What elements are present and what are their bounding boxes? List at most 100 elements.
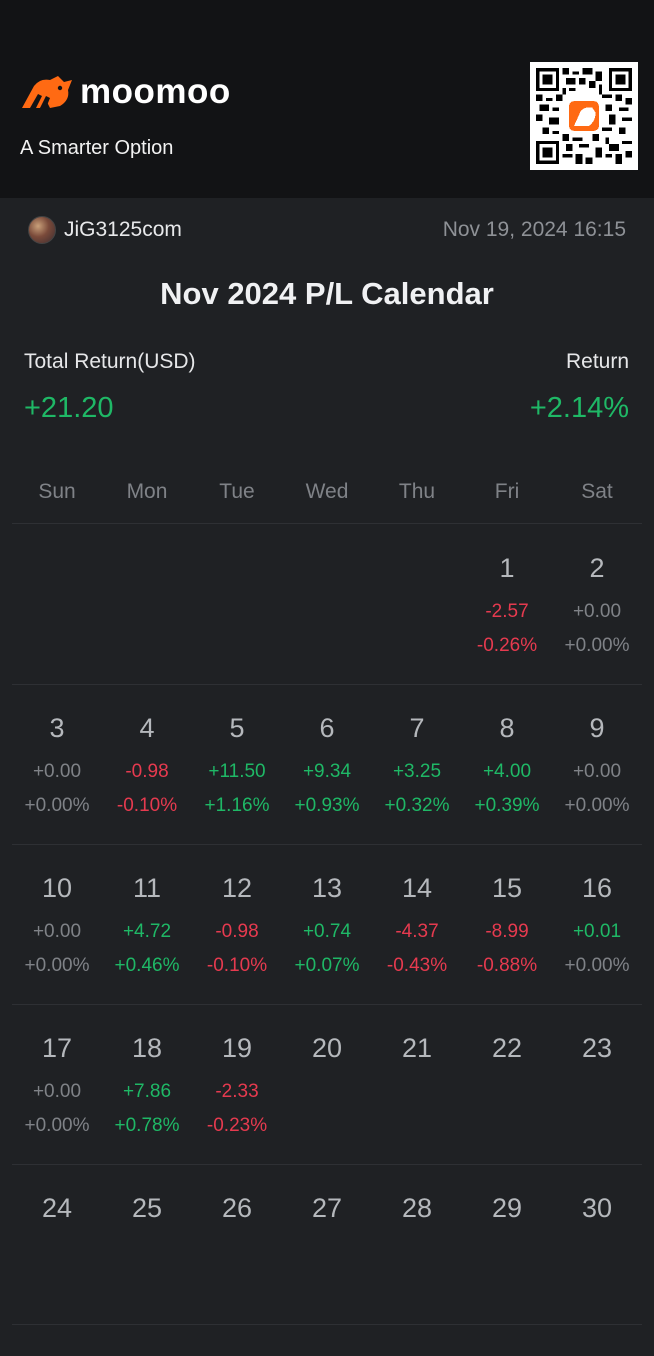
- day-percent: +0.78%: [114, 1115, 180, 1136]
- day-percent: +0.00%: [564, 795, 630, 816]
- day-percent: +0.00%: [24, 955, 90, 976]
- day-amount: +0.00: [32, 921, 82, 942]
- weekday-label: Tue: [219, 480, 255, 503]
- calendar-day: 6 +9.34 +0.93%: [282, 685, 372, 844]
- return-label: Return: [565, 350, 629, 373]
- day-number: 19: [221, 1033, 253, 1063]
- day-number: 27: [311, 1193, 343, 1223]
- calendar-day: 11 +4.72 +0.46%: [102, 845, 192, 1004]
- weekday-label: Sun: [38, 480, 76, 503]
- day-number: 8: [499, 713, 515, 743]
- qr-code-icon: [536, 68, 632, 164]
- day-number: 11: [132, 873, 162, 903]
- page-title: Nov 2024 P/L Calendar: [160, 276, 494, 311]
- day-percent: +1.16%: [204, 795, 270, 816]
- calendar-day: 9 +0.00 +0.00%: [552, 685, 642, 844]
- day-number: 15: [491, 873, 523, 903]
- day-amount: +4.72: [122, 921, 172, 942]
- day-amount: -0.98: [125, 761, 169, 782]
- day-percent: -0.43%: [386, 955, 448, 976]
- day-number: 12: [221, 873, 253, 903]
- calendar-day: [372, 525, 462, 684]
- calendar-day: 26: [192, 1165, 282, 1324]
- calendar-day: 13 +0.74 +0.07%: [282, 845, 372, 1004]
- day-number: 25: [131, 1193, 163, 1223]
- day-amount: +0.01: [572, 921, 622, 942]
- day-number: 9: [589, 713, 605, 743]
- calendar-day: 28: [372, 1165, 462, 1324]
- calendar-day: [282, 525, 372, 684]
- day-percent: +0.93%: [294, 795, 360, 816]
- day-number: 13: [311, 873, 343, 903]
- weekday-label: Wed: [305, 480, 349, 503]
- calendar-day: 25: [102, 1165, 192, 1324]
- avatar: [28, 216, 56, 244]
- weekday-label: Thu: [398, 480, 436, 503]
- day-number: 14: [401, 873, 433, 903]
- calendar-week: 10 +0.00 +0.00% 11 +4.72 +0.46% 12 -0.98 -0.10…: [12, 845, 642, 1005]
- day-amount: -2.57: [485, 601, 529, 622]
- day-number: 23: [581, 1033, 613, 1063]
- day-amount: +0.00: [572, 601, 622, 622]
- calendar-day: 7 +3.25 +0.32%: [372, 685, 462, 844]
- weekday-label: Mon: [126, 480, 168, 503]
- day-amount: +11.50: [208, 761, 266, 782]
- calendar-week: 3 +0.00 +0.00% 4 -0.98 -0.10% 5 +11.50 +1.16% …: [12, 685, 642, 845]
- day-number: 24: [41, 1193, 73, 1223]
- user-info: JiG3125com: [28, 216, 182, 244]
- day-number: 10: [41, 873, 73, 903]
- day-amount: -2.33: [215, 1081, 259, 1102]
- day-amount: +3.25: [392, 761, 442, 782]
- day-amount: +0.00: [32, 761, 82, 782]
- day-number: 3: [49, 713, 65, 743]
- day-number: 2: [589, 553, 605, 583]
- day-number: 20: [311, 1033, 343, 1063]
- day-number: 17: [41, 1033, 73, 1063]
- calendar-day: 1 -2.57 -0.26%: [462, 525, 552, 684]
- moomoo-bull-logo-icon: [22, 76, 72, 108]
- day-amount: -0.98: [215, 921, 259, 942]
- total-return-value: +21.20: [24, 392, 114, 424]
- day-number: 26: [221, 1193, 253, 1223]
- calendar-day: 24: [12, 1165, 102, 1324]
- calendar-day: 30: [552, 1165, 642, 1324]
- calendar-day: 19 -2.33 -0.23%: [192, 1005, 282, 1164]
- calendar-day: 4 -0.98 -0.10%: [102, 685, 192, 844]
- calendar-day: 21: [372, 1005, 462, 1164]
- brand-tagline: A Smarter Option: [20, 137, 174, 159]
- brand-name: moomoo: [80, 72, 231, 111]
- return-value: +2.14%: [529, 392, 629, 424]
- day-percent: +0.32%: [384, 795, 450, 816]
- calendar-day: 17 +0.00 +0.00%: [12, 1005, 102, 1164]
- day-percent: -0.10%: [116, 795, 178, 816]
- calendar-day: [102, 525, 192, 684]
- day-amount: +0.00: [32, 1081, 82, 1102]
- calendar-day: 2 +0.00 +0.00%: [552, 525, 642, 684]
- day-number: 18: [131, 1033, 163, 1063]
- day-number: 22: [491, 1033, 523, 1063]
- brand-header: moomoo A Smarter Option: [0, 0, 654, 198]
- day-number: 5: [229, 713, 245, 743]
- day-percent: +0.00%: [24, 1115, 90, 1136]
- calendar-day: 20: [282, 1005, 372, 1164]
- day-percent: -0.26%: [476, 635, 538, 656]
- day-amount: -8.99: [485, 921, 529, 942]
- calendar-week: 17 +0.00 +0.00% 18 +7.86 +0.78% 19 -2.33 -0.23…: [12, 1005, 642, 1165]
- day-amount: +0.74: [302, 921, 352, 942]
- day-number: 30: [581, 1193, 613, 1223]
- calendar-day: 10 +0.00 +0.00%: [12, 845, 102, 1004]
- timestamp: Nov 19, 2024 16:15: [442, 218, 626, 241]
- calendar-day: 12 -0.98 -0.10%: [192, 845, 282, 1004]
- day-number: 4: [139, 713, 155, 743]
- calendar-day: 23: [552, 1005, 642, 1164]
- day-percent: -0.23%: [206, 1115, 268, 1136]
- day-percent: +0.00%: [24, 795, 90, 816]
- calendar-day: 27: [282, 1165, 372, 1324]
- total-return-label: Total Return(USD): [24, 350, 196, 373]
- brand-logo: moomoo: [20, 74, 231, 110]
- calendar-day: 15 -8.99 -0.88%: [462, 845, 552, 1004]
- calendar-day: 8 +4.00 +0.39%: [462, 685, 552, 844]
- calendar-day: 3 +0.00 +0.00%: [12, 685, 102, 844]
- day-percent: +0.00%: [564, 955, 630, 976]
- calendar-day: [12, 525, 102, 684]
